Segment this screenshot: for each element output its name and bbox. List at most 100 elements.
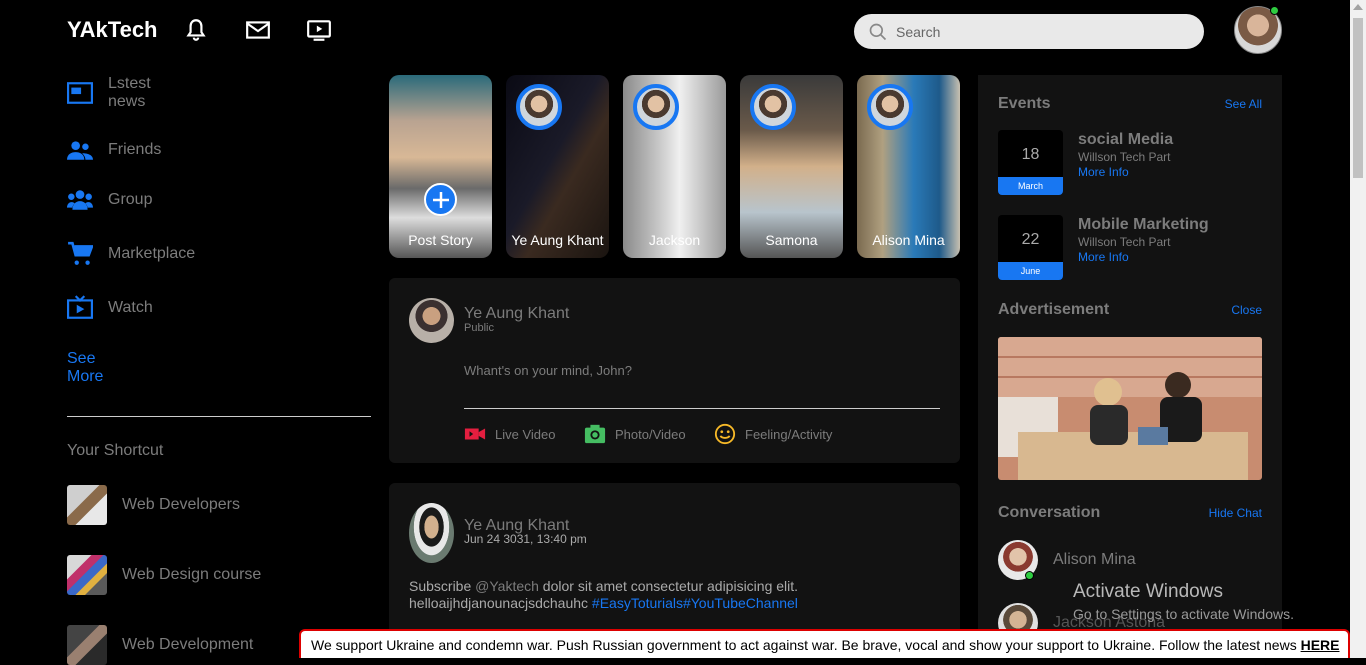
conversation-heading: Conversation [998,504,1101,521]
story-name: Samona [765,232,818,248]
story-avatar [633,84,679,130]
search-icon [869,23,887,40]
sidebar-item-friends[interactable]: Friends [67,137,161,163]
story-avatar [867,84,913,130]
cart-icon [68,241,93,265]
action-label: Live Video [495,426,556,442]
camera-icon [584,424,606,444]
advertisement-image[interactable] [998,337,1262,480]
shortcut-heading: Your Shortcut [67,442,164,459]
composer-avatar [409,298,454,343]
post-author-avatar[interactable] [409,503,454,563]
see-more-link[interactable]: See More [67,350,107,386]
story-avatar [750,84,796,130]
sidebar-item-label: Group [108,191,153,208]
sidebar-item-label: Friends [108,141,162,158]
story-name: Alison Mina [872,232,945,248]
story-samona[interactable]: Samona [740,75,843,258]
ad-photo [998,337,1262,480]
live-video-icon [464,428,486,440]
hide-chat-link[interactable]: Hide Chat [1209,506,1262,520]
event-more-info-link[interactable]: More Info [1078,165,1129,179]
activate-windows-subtitle: Go to Settings to activate Windows. [1073,606,1294,622]
composer-prompt[interactable]: Whant's on your mind, John? [464,363,632,378]
ad-close-link[interactable]: Close [1231,303,1262,317]
plus-icon [432,191,449,208]
sidebar-item-watch[interactable]: Watch [67,295,153,321]
group-icon [67,190,93,210]
story-name: Ye Aung Khant [511,232,604,248]
sidebar-item-label: Lstest news [108,75,151,110]
online-indicator [1270,6,1279,15]
post-text-line2: helloaijhdjanounacjsdchauhc [409,595,592,611]
conversation-alison-mina[interactable]: Alison Mina [998,540,1136,580]
sidebar-divider [67,416,371,417]
shortcut-label: Web Development [122,636,254,653]
sidebar-item-label: Watch [108,299,153,316]
sidebar-item-marketplace[interactable]: Marketplace [67,241,195,267]
shortcut-thumbnail [67,625,107,665]
sidebar-item-label: Marketplace [108,245,196,262]
story-ye-aung-khant[interactable]: Ye Aung Khant [506,75,609,258]
banner-text: We support Ukraine and condemn war. Push… [311,637,1301,653]
logo[interactable]: YAkTech [67,17,158,43]
post-hashtags[interactable]: #EasyToturials#YouTubeChannel [592,595,798,611]
story-jackson[interactable]: Jackson [623,75,726,258]
friends-icon [67,141,93,160]
search-box[interactable] [854,14,1204,49]
scrollbar-thumb[interactable] [1353,18,1363,178]
right-panel: Events See All 18 March social Media Wil… [978,75,1282,658]
news-icon [67,82,93,104]
post-text: Subscribe @Yaktech dolor sit amet consec… [409,578,949,612]
events-heading: Events [998,95,1051,112]
mail-icon[interactable] [245,17,271,43]
post-text-prefix: Subscribe [409,578,476,594]
event-date-badge: 18 March [998,130,1063,195]
shortcut-label: Web Developers [122,496,240,513]
photo-video-button[interactable]: Photo/Video [584,423,686,445]
story-name: Jackson [648,232,701,248]
top-bar: YAkTech [0,0,1350,62]
event-month: June [998,262,1063,280]
shortcut-web-design-course[interactable]: Web Design course [67,555,261,595]
event-more-info-link[interactable]: More Info [1078,250,1129,264]
contact-name: Alison Mina [1053,551,1136,568]
add-story-button[interactable] [424,183,457,216]
search-input[interactable] [896,23,1186,40]
composer-name: Ye Aung Khant [464,305,570,322]
watch-icon [67,295,93,319]
banner-link[interactable]: HERE [1301,637,1340,653]
video-icon[interactable] [306,17,332,43]
bell-icon[interactable] [183,17,209,43]
composer-divider [464,408,940,409]
sidebar-item-latest-news[interactable]: Lstest news [67,75,151,111]
story-avatar [516,84,562,130]
feeling-activity-button[interactable]: Feeling/Activity [714,423,832,445]
composer-visibility[interactable]: Public [464,322,494,334]
smile-icon [714,423,736,445]
post-date: Jun 24 3031, 13:40 pm [464,532,587,546]
shortcut-web-development[interactable]: Web Development [67,625,253,665]
story-name: Post Story [408,232,473,248]
scroll-up-arrow[interactable] [1353,4,1363,10]
event-title: social Media [1078,131,1174,148]
event-date-badge: 22 June [998,215,1063,280]
post-text-body: dolor sit amet consectetur adipisicing e… [538,578,799,594]
sidebar-item-group[interactable]: Group [67,187,152,213]
ukraine-banner: We support Ukraine and condemn war. Push… [299,629,1350,658]
story-post-story[interactable]: Post Story [389,75,492,258]
event-day: 22 [1021,231,1040,248]
post-mention[interactable]: @Yaktech [475,578,539,594]
see-all-link[interactable]: See All [1225,97,1262,111]
live-video-button[interactable]: Live Video [464,423,555,445]
story-alison-mina[interactable]: Alison Mina [857,75,960,258]
post-composer: Ye Aung Khant Public Whant's on your min… [389,278,960,463]
shortcut-web-developers[interactable]: Web Developers [67,485,240,525]
event-month: March [998,177,1063,195]
event-place: Willson Tech Part [1078,150,1171,164]
online-indicator [1025,571,1034,580]
shortcut-thumbnail [67,555,107,595]
shortcut-label: Web Design course [122,566,262,583]
event-title: Mobile Marketing [1078,216,1209,233]
shortcut-thumbnail [67,485,107,525]
